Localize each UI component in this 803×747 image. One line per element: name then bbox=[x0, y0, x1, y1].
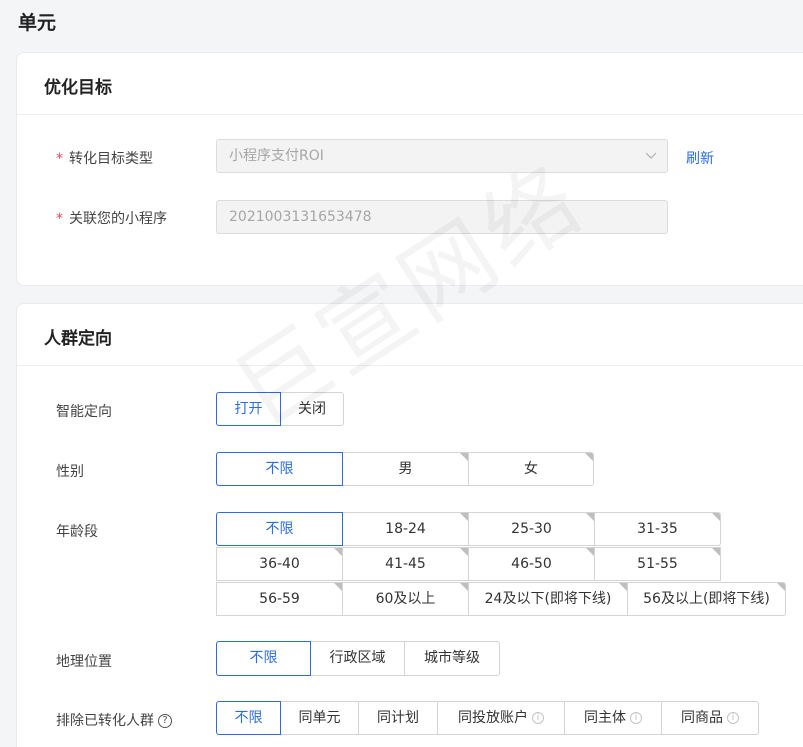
smart-targeting-label: 智能定向 bbox=[56, 404, 112, 420]
gender-male-button[interactable]: 男 bbox=[342, 452, 469, 486]
location-city-level-button[interactable]: 城市等级 bbox=[404, 641, 500, 676]
refresh-link[interactable]: 刷新 bbox=[686, 148, 714, 168]
age-option-51-55[interactable]: 51-55 bbox=[594, 547, 721, 581]
gender-label: 性别 bbox=[56, 464, 84, 480]
info-icon[interactable]: i bbox=[727, 712, 739, 724]
exclude-same-unit-button[interactable]: 同单元 bbox=[280, 701, 359, 735]
conversion-type-value: 小程序支付ROI bbox=[229, 148, 324, 164]
exclude-same-account-button[interactable]: 同投放账户 i bbox=[437, 701, 565, 735]
info-icon[interactable]: i bbox=[532, 712, 544, 724]
optimization-card: 优化目标 * 转化目标类型 小程序支付ROI 刷新 * 关联您的小程序 202100… bbox=[16, 52, 803, 286]
age-option-36-40[interactable]: 36-40 bbox=[216, 547, 343, 581]
age-option-18-24[interactable]: 18-24 bbox=[342, 512, 469, 546]
age-option-56-above[interactable]: 56及以上(即将下线) bbox=[627, 582, 786, 616]
exclude-same-product-button[interactable]: 同商品 i bbox=[661, 701, 759, 735]
conversion-type-label: * 转化目标类型 bbox=[56, 151, 153, 167]
required-mark: * bbox=[56, 151, 63, 167]
mini-program-input[interactable]: 2021003131653478 bbox=[216, 200, 668, 234]
info-icon[interactable]: i bbox=[630, 712, 642, 724]
location-label: 地理位置 bbox=[56, 654, 112, 670]
mini-program-label: * 关联您的小程序 bbox=[56, 211, 167, 227]
optimization-title: 优化目标 bbox=[44, 78, 112, 98]
age-option-41-45[interactable]: 41-45 bbox=[342, 547, 469, 581]
age-option-46-50[interactable]: 46-50 bbox=[468, 547, 595, 581]
targeting-header: 人群定向 bbox=[17, 304, 803, 366]
exclude-same-entity-button[interactable]: 同主体 i bbox=[564, 701, 662, 735]
help-icon[interactable]: ? bbox=[158, 714, 172, 728]
location-any-button[interactable]: 不限 bbox=[216, 641, 311, 676]
age-option-31-35[interactable]: 31-35 bbox=[594, 512, 721, 546]
age-option-60-plus[interactable]: 60及以上 bbox=[342, 582, 469, 616]
age-option-25-30[interactable]: 25-30 bbox=[468, 512, 595, 546]
conversion-type-select[interactable]: 小程序支付ROI bbox=[216, 139, 668, 173]
exclude-converted-label: 排除已转化人群? bbox=[56, 710, 172, 730]
mini-program-value: 2021003131653478 bbox=[229, 209, 372, 225]
age-option-24-below[interactable]: 24及以下(即将下线) bbox=[468, 582, 628, 616]
page-title: 单元 bbox=[18, 12, 57, 34]
age-option-any[interactable]: 不限 bbox=[216, 512, 343, 546]
exclude-same-plan-button[interactable]: 同计划 bbox=[358, 701, 438, 735]
smart-on-button[interactable]: 打开 bbox=[216, 392, 281, 426]
exclude-any-button[interactable]: 不限 bbox=[216, 701, 281, 735]
chevron-down-icon bbox=[645, 140, 657, 184]
location-region-button[interactable]: 行政区域 bbox=[310, 641, 405, 676]
required-mark: * bbox=[56, 211, 63, 227]
smart-off-button[interactable]: 关闭 bbox=[280, 392, 344, 426]
targeting-card: 人群定向 智能定向 打开 关闭 性别 不限 男 女 年龄段 不限 18-24 2… bbox=[16, 303, 803, 747]
age-label: 年龄段 bbox=[56, 524, 98, 540]
gender-female-button[interactable]: 女 bbox=[468, 452, 594, 486]
gender-any-button[interactable]: 不限 bbox=[216, 452, 343, 486]
targeting-title: 人群定向 bbox=[44, 329, 112, 349]
age-option-56-59[interactable]: 56-59 bbox=[216, 582, 343, 616]
optimization-header: 优化目标 bbox=[17, 53, 803, 115]
